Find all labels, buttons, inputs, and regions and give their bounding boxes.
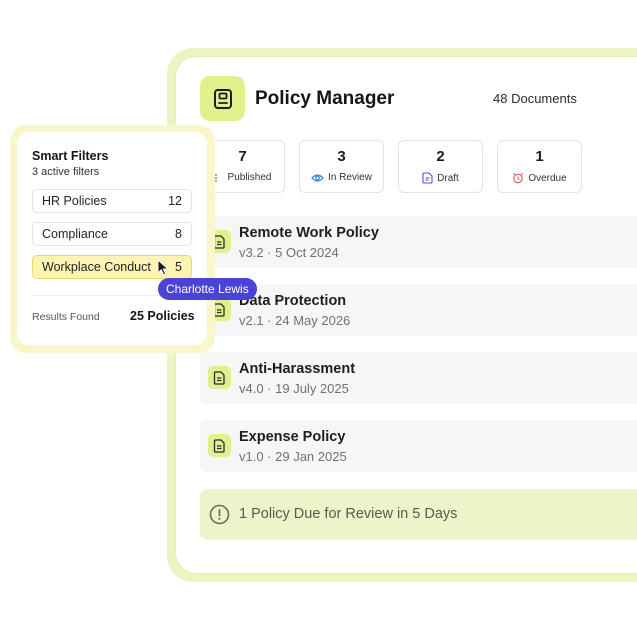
filter-count: 8 (175, 227, 182, 241)
filter-count: 12 (168, 194, 182, 208)
stat-value: 3 (337, 148, 346, 165)
policy-meta: v2.1 · 24 May 2026 (239, 313, 351, 328)
policy-row-remote-work[interactable]: Remote Work Policy v3.2 · 5 Oct 2024 (200, 216, 637, 268)
policy-row-expense[interactable]: Expense Policy v1.0 · 29 Jan 2025 (200, 420, 637, 472)
stat-value: 1 (535, 148, 544, 165)
document-icon (208, 434, 231, 457)
policy-name: Remote Work Policy (239, 225, 379, 241)
stat-in-review[interactable]: 3 In Review (299, 140, 384, 193)
policy-meta: v3.2 · 5 Oct 2024 (239, 245, 339, 260)
list-icon (214, 173, 217, 182)
filters-title: Smart Filters (32, 149, 109, 163)
stat-value: 2 (436, 148, 445, 165)
document-icon (208, 366, 231, 389)
policy-name: Expense Policy (239, 429, 346, 445)
filter-count: 5 (175, 260, 182, 274)
filters-subtitle: 3 active filters (32, 166, 100, 178)
stat-label: In Review (328, 172, 372, 183)
alert-circle-icon (209, 504, 230, 525)
filter-hr-policies[interactable]: HR Policies 12 (32, 189, 192, 213)
policy-name: Anti-Harassment (239, 361, 356, 377)
policy-row-data-protection[interactable]: Data Protection v2.1 · 24 May 2026 (200, 284, 637, 336)
app-logo (200, 76, 245, 121)
mouse-pointer-icon (157, 259, 170, 276)
review-alert-banner[interactable]: 1 Policy Due for Review in 5 Days (200, 489, 637, 540)
page-title: Policy Manager (255, 88, 395, 109)
policy-row-anti-harassment[interactable]: Anti-Harassment v4.0 · 19 July 2025 (200, 352, 637, 404)
policy-meta: v1.0 · 29 Jan 2025 (239, 449, 347, 464)
eye-icon (311, 173, 324, 182)
document-count: 48 Documents (493, 91, 577, 106)
alarm-clock-icon (513, 172, 524, 184)
stat-draft[interactable]: 2 Draft (398, 140, 483, 193)
stat-label: Published (227, 172, 272, 183)
review-alert-text: 1 Policy Due for Review in 5 Days (239, 506, 458, 522)
filter-compliance[interactable]: Compliance 8 (32, 222, 192, 246)
document-box-icon (213, 88, 232, 109)
results-value: 25 Policies (130, 309, 195, 323)
results-label: Results Found (32, 311, 100, 323)
policy-meta: v4.0 · 19 July 2025 (239, 381, 349, 396)
collaborator-name-tag: Charlotte Lewis (158, 278, 257, 300)
draft-doc-icon (422, 172, 433, 184)
stat-label: Draft (437, 172, 459, 184)
filter-label: Workplace Conduct (42, 260, 151, 274)
filter-label: HR Policies (42, 194, 107, 208)
stat-label: Overdue (528, 172, 567, 184)
policy-name: Data Protection (239, 293, 347, 309)
filter-label: Compliance (42, 227, 109, 241)
stat-overdue[interactable]: 1 Overdue (497, 140, 582, 193)
